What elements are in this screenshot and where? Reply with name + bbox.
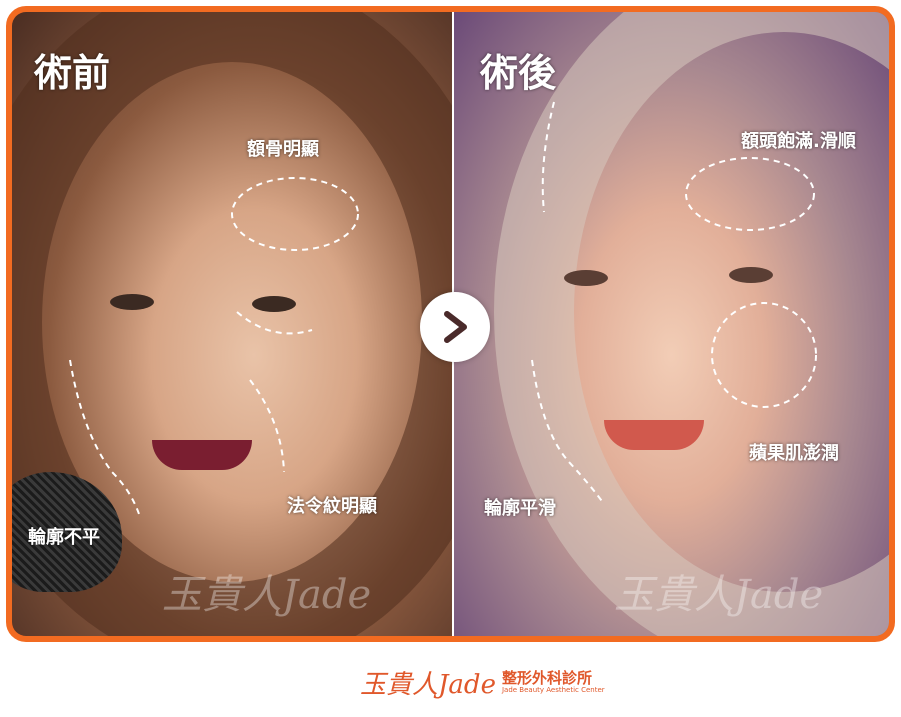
after-photo: 術後 額頭飽滿.滑順 蘋果肌澎潤 輪廓平滑 玉貴人Jade xyxy=(454,12,889,636)
watermark: 玉貴人Jade xyxy=(614,572,824,618)
apple-cheek-marker xyxy=(711,302,817,408)
nasolabial-note: 法令紋明顯 xyxy=(287,496,377,517)
after-title: 術後 xyxy=(480,51,557,95)
clinic-logo: 玉貴人Jade 整形外科診所 Jade Beauty Aesthetic Cen… xyxy=(360,662,605,702)
clinic-name-en: Jade Beauty Aesthetic Center xyxy=(501,685,605,694)
forehead-marker xyxy=(685,157,815,231)
contour-marker xyxy=(531,359,605,505)
apple-cheek-note: 蘋果肌澎潤 xyxy=(749,443,839,464)
cheekbone-note: 額骨明顯 xyxy=(247,139,319,160)
contour-note: 輪廓不平 xyxy=(28,527,100,548)
nasolabial-marker xyxy=(249,379,285,473)
before-photo: 術前 額骨明顯 法令紋明顯 輪廓不平 玉貴人Jade xyxy=(12,12,452,636)
watermark: 玉貴人Jade xyxy=(162,572,372,618)
forehead-note: 額頭飽滿.滑順 xyxy=(741,131,856,152)
after-annotations xyxy=(531,101,817,505)
clinic-name-cn: 整形外科診所 xyxy=(501,668,592,687)
contour-note: 輪廓平滑 xyxy=(484,498,556,519)
contour-marker xyxy=(69,359,141,518)
compare-arrow-button xyxy=(420,292,490,362)
chevron-right-icon xyxy=(444,311,467,343)
under-eye-marker xyxy=(236,311,313,335)
clinic-name-block: 整形外科診所 Jade Beauty Aesthetic Center xyxy=(502,670,605,695)
brand-name: 玉貴人Jade xyxy=(360,669,496,700)
cheekbone-marker xyxy=(231,177,359,251)
hairline-marker xyxy=(541,101,555,213)
before-title: 術前 xyxy=(34,51,111,95)
